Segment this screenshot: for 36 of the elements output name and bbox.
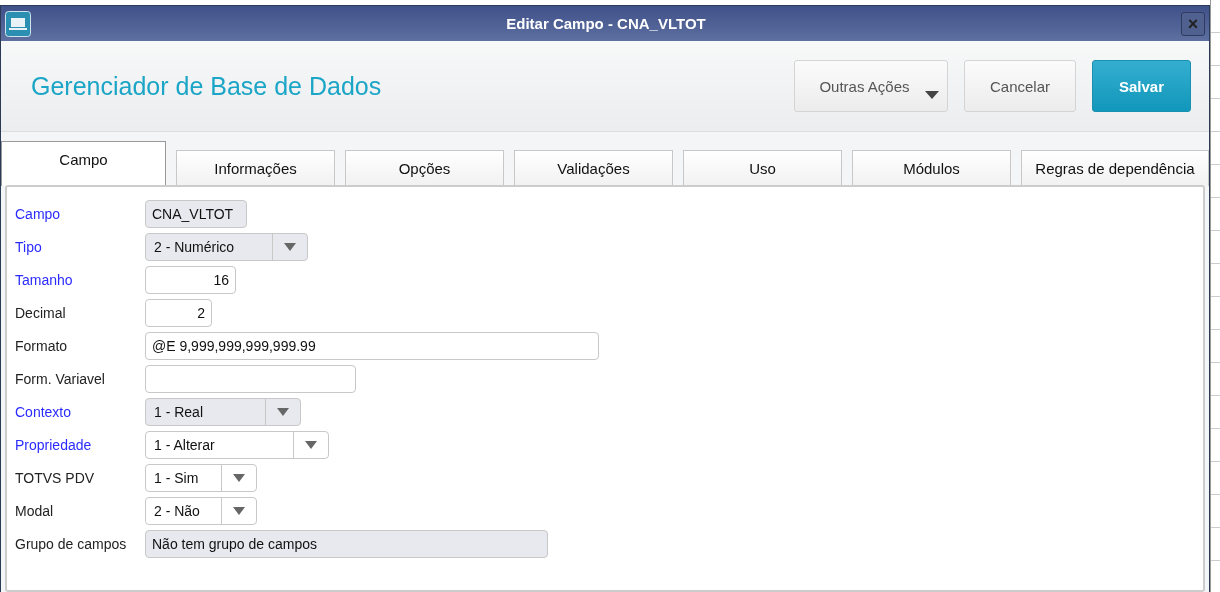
field-label: Formato — [15, 338, 69, 354]
input-field[interactable] — [145, 365, 356, 393]
tab[interactable]: Opções — [345, 150, 504, 186]
field-label: Decimal — [15, 305, 67, 321]
input-field[interactable]: 2 — [145, 299, 212, 327]
dropdown-arrow-icon — [277, 408, 289, 416]
menu-button[interactable]: Outras Ações — [793, 60, 948, 112]
cancel-button[interactable]: Cancelar — [963, 60, 1076, 112]
monitor-icon — [5, 10, 31, 37]
dropdown-field[interactable]: 2 - Não — [145, 497, 257, 525]
field-label: TOTVS PDV — [15, 470, 96, 486]
tab[interactable]: Módulos — [852, 150, 1011, 186]
tab[interactable]: Campo — [1, 141, 166, 186]
field-label: Campo — [15, 206, 62, 222]
dropdown-field[interactable]: 1 - Alterar — [145, 431, 329, 459]
tab[interactable]: Regras de dependência — [1021, 150, 1209, 186]
app-title: Gerenciador de Base de Dados — [31, 71, 382, 101]
dropdown-arrow-icon — [233, 474, 245, 482]
caret-icon — [924, 91, 939, 99]
tab[interactable]: Validações — [514, 150, 673, 186]
window-title: Editar Campo - CNA_VLTOT — [505, 15, 707, 32]
field-label: Grupo de campos — [15, 536, 128, 552]
dropdown-arrow-icon — [284, 243, 296, 251]
input-field[interactable]: 16 — [145, 266, 236, 294]
field-label: Form. Variavel — [15, 371, 106, 387]
field-label: Tamanho — [15, 272, 74, 288]
field-label: Propriedade — [15, 437, 93, 453]
dropdown-arrow-icon — [305, 441, 317, 449]
field-label: Contexto — [15, 404, 73, 420]
field-label: Modal — [15, 503, 55, 519]
tab[interactable]: Informações — [176, 150, 335, 186]
field-label: Tipo — [15, 239, 43, 255]
tab[interactable]: Uso — [683, 150, 842, 186]
dropdown-field[interactable]: 1 - Sim — [145, 464, 257, 492]
dropdown-arrow-icon — [233, 507, 245, 515]
input-field[interactable]: @E 9,999,999,999,999.99 — [145, 332, 599, 360]
